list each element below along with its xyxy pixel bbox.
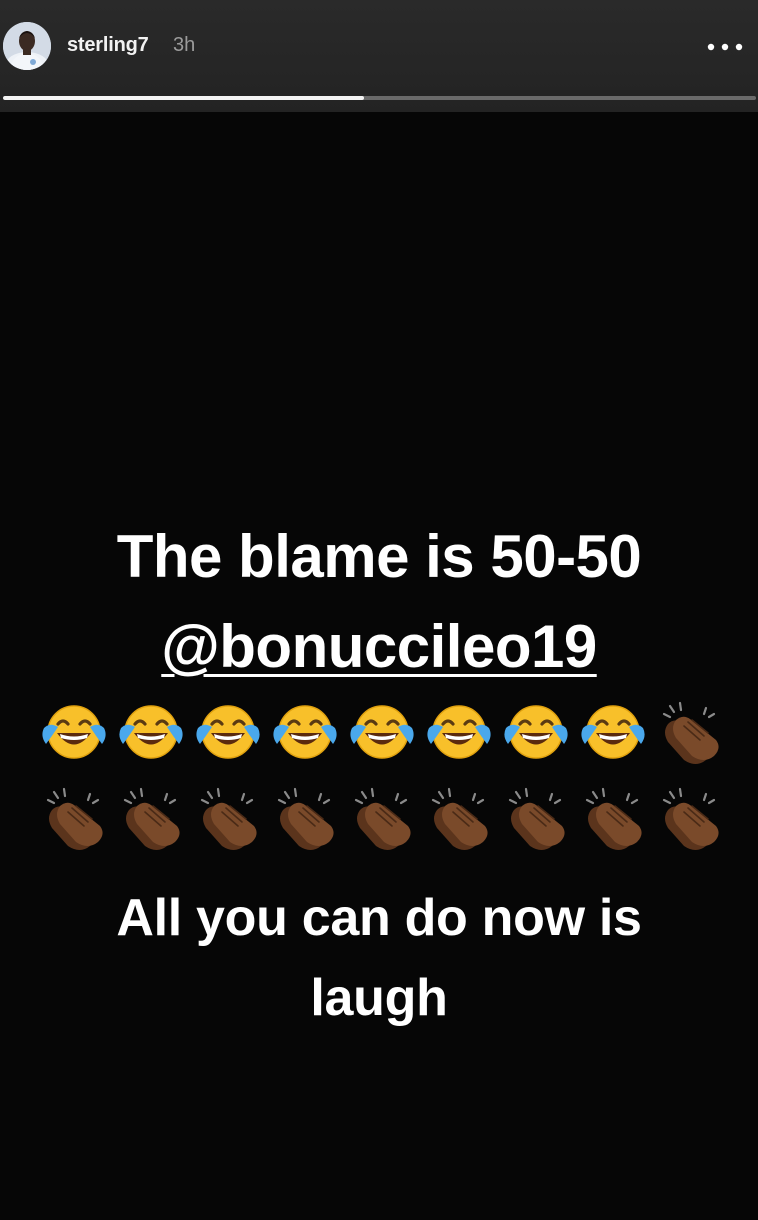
emoji-row-1 [40, 700, 730, 770]
story-text-line-1: The blame is 50-50 [116, 523, 642, 590]
clapping-hands-emoji-icon [656, 786, 724, 854]
clapping-hands-emoji-icon [40, 786, 108, 854]
tears-of-joy-emoji-icon [348, 700, 416, 768]
story-progress-bar [3, 96, 756, 100]
clapping-hands-emoji-icon [117, 786, 185, 854]
ellipsis-icon[interactable] [706, 40, 744, 52]
story-progress-fill [3, 96, 365, 100]
clapping-hands-emoji-icon [271, 786, 339, 854]
story-text-line-4: laugh [310, 969, 448, 1027]
tears-of-joy-emoji-icon [502, 700, 570, 768]
story-mention-line: @bonuccileo19 [0, 612, 758, 681]
username[interactable]: sterling7 [67, 34, 149, 57]
clapping-hands-emoji-icon [425, 786, 493, 854]
clapping-hands-emoji-icon [656, 700, 724, 768]
clapping-hands-emoji-icon [579, 786, 647, 854]
clapping-hands-emoji-icon [348, 786, 416, 854]
emoji-row-2 [40, 786, 730, 856]
tears-of-joy-emoji-icon [425, 700, 493, 768]
story-viewer[interactable]: sterling7 3h The blame is 50-50 @bonucci… [0, 0, 758, 1220]
story-text-line-3: All you can do now is [116, 889, 642, 947]
tears-of-joy-emoji-icon [194, 700, 262, 768]
clapping-hands-emoji-icon [194, 786, 262, 854]
timestamp: 3h [173, 34, 196, 56]
tears-of-joy-emoji-icon [579, 700, 647, 768]
mention-link[interactable]: @bonuccileo19 [161, 613, 597, 680]
tears-of-joy-emoji-icon [117, 700, 185, 768]
tears-of-joy-emoji-icon [40, 700, 108, 768]
clapping-hands-emoji-icon [502, 786, 570, 854]
avatar[interactable] [3, 22, 51, 70]
story-header: sterling7 3h [0, 0, 758, 112]
tears-of-joy-emoji-icon [271, 700, 339, 768]
